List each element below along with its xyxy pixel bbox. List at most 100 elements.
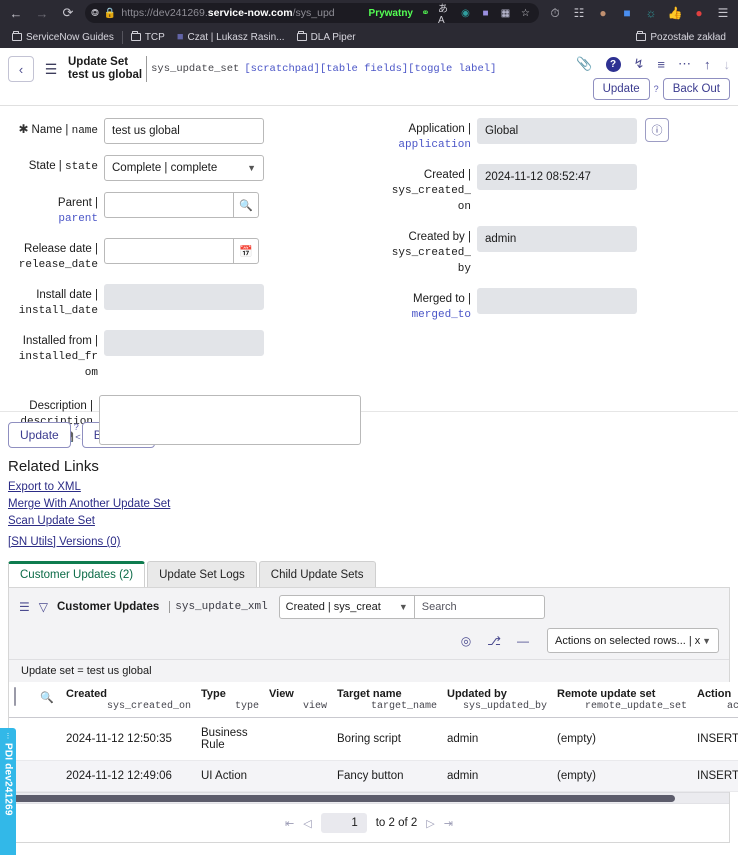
- bookmark-item[interactable]: TCP: [125, 30, 171, 45]
- column-header-created[interactable]: Created sys_created_on: [61, 682, 196, 718]
- reload-icon[interactable]: ⟳: [56, 2, 80, 24]
- select-all-checkbox[interactable]: [14, 687, 16, 706]
- related-link-sn-utils-versions[interactable]: [SN Utils] Versions (0): [8, 534, 730, 551]
- field-created: Created |sys_created_on 2024-11-12 08:52…: [377, 164, 730, 215]
- list-breadcrumb[interactable]: Update set = test us global: [9, 659, 729, 682]
- back-out-button[interactable]: Back Out: [663, 78, 730, 100]
- more-icon[interactable]: ⋯: [678, 56, 691, 72]
- form-header-buttons: Update ? Back Out: [593, 78, 730, 100]
- chevron-down-icon: ▼: [247, 163, 256, 173]
- bookmarks-overflow[interactable]: Pozostałe zakład: [630, 30, 732, 45]
- bookmark-item[interactable]: ■ Czat | Lukasz Rasin...: [171, 29, 291, 45]
- arrow-down-icon[interactable]: ↓: [724, 57, 731, 72]
- chevron-left-icon[interactable]: ◁: [303, 817, 311, 830]
- library-icon[interactable]: ☷: [568, 2, 590, 24]
- application-input: Global: [477, 118, 637, 144]
- search-input[interactable]: Search: [415, 595, 545, 619]
- arrow-up-icon[interactable]: ↑: [704, 57, 711, 72]
- account-avatar-icon[interactable]: ●: [592, 2, 614, 24]
- form-back-button[interactable]: ‹: [8, 56, 34, 82]
- export-icon[interactable]: ⎇: [487, 634, 501, 648]
- hamburger-icon[interactable]: ☰: [42, 56, 60, 82]
- column-header-action[interactable]: Action actio: [692, 682, 738, 718]
- column-header-updated-by[interactable]: Updated by sys_updated_by: [442, 682, 552, 718]
- extension-glasses-icon[interactable]: ☼: [640, 2, 662, 24]
- field-label-application: Application |application: [377, 118, 477, 153]
- translate-icon[interactable]: あA: [438, 6, 453, 21]
- double-chevron-left-icon[interactable]: ⇤: [285, 817, 294, 830]
- info-icon[interactable]: ⓘ: [645, 118, 669, 142]
- actions-select-value: Actions on selected rows... | x: [555, 635, 700, 647]
- cell-target-name: Fancy button: [332, 761, 442, 792]
- table-row[interactable]: 2024-11-12 12:50:35 Business Rule Boring…: [9, 718, 738, 761]
- bookmark-item[interactable]: DLA Piper: [291, 30, 362, 45]
- tab-customer-updates[interactable]: Customer Updates (2): [8, 561, 145, 587]
- filter-funnel-icon[interactable]: ▽: [39, 600, 48, 614]
- extension-blue-icon[interactable]: ■: [616, 2, 638, 24]
- cell-updated-by: admin: [442, 718, 552, 761]
- grid-extension-icon[interactable]: ▦: [498, 6, 513, 21]
- actions-on-selected-rows-select[interactable]: Actions on selected rows... | x ▼: [547, 628, 719, 653]
- field-label-state: State | state: [8, 155, 104, 175]
- description-textarea[interactable]: [99, 395, 361, 445]
- created-by-input: admin: [477, 226, 637, 252]
- minus-icon[interactable]: —: [517, 634, 529, 648]
- update-button[interactable]: Update: [593, 78, 650, 100]
- cell-created[interactable]: 2024-11-12 12:49:06: [61, 761, 196, 792]
- page-number-input[interactable]: 1: [321, 813, 367, 833]
- search-field-select[interactable]: Created | sys_creat ▼: [279, 595, 415, 619]
- attachment-icon[interactable]: 📎: [576, 56, 592, 72]
- search-icon[interactable]: 🔍: [40, 692, 54, 704]
- bookmark-item[interactable]: ServiceNow Guides: [6, 30, 120, 45]
- target-icon[interactable]: ◎: [461, 634, 471, 648]
- update-button-bottom[interactable]: Update: [8, 422, 71, 448]
- servicenow-page: ‹ ☰ Update Set test us global sys_update…: [0, 48, 738, 855]
- cell-remote-update-set: (empty): [552, 718, 692, 761]
- forward-icon[interactable]: →: [30, 2, 54, 24]
- cell-created[interactable]: 2024-11-12 12:50:35: [61, 718, 196, 761]
- column-header-target-name[interactable]: Target name target_name: [332, 682, 442, 718]
- row-search-header[interactable]: 🔍: [35, 682, 61, 718]
- release-date-input[interactable]: [104, 238, 233, 264]
- related-link-merge-update-set[interactable]: Merge With Another Update Set: [8, 496, 730, 513]
- search-icon[interactable]: 🔍: [233, 192, 259, 218]
- shield-icon: ⭗: [91, 8, 99, 19]
- history-icon[interactable]: ⏱: [544, 2, 566, 24]
- column-header-type[interactable]: Type type: [196, 682, 264, 718]
- chevron-right-icon[interactable]: ▷: [426, 817, 434, 830]
- hamburger-icon[interactable]: ☰: [19, 600, 30, 614]
- state-select[interactable]: Complete | complete ▼: [104, 155, 264, 181]
- select-all-header[interactable]: [9, 682, 35, 718]
- tab-update-set-logs[interactable]: Update Set Logs: [147, 561, 257, 587]
- personalize-icon[interactable]: ≡: [657, 57, 665, 72]
- cell-type: Business Rule: [196, 718, 264, 761]
- scrollbar-thumb[interactable]: [13, 795, 675, 802]
- pdi-side-tab[interactable]: ⋮ PDI dev241269: [0, 728, 16, 855]
- parent-input[interactable]: [104, 192, 233, 218]
- related-link-export-xml[interactable]: Export to XML: [8, 479, 730, 496]
- extension-red-icon[interactable]: ●: [688, 2, 710, 24]
- double-chevron-right-icon[interactable]: ⇥: [444, 817, 453, 830]
- row-icon-cell: [35, 761, 61, 792]
- shield-extension-icon[interactable]: ◉: [458, 6, 473, 21]
- back-icon[interactable]: ←: [4, 2, 28, 24]
- puzzle-extension-icon[interactable]: ■: [478, 6, 493, 21]
- star-icon[interactable]: ☆: [518, 6, 533, 21]
- help-icon[interactable]: ?: [606, 57, 621, 72]
- address-bar[interactable]: ⭗ 🔒 https://dev241269.service-now.com/sy…: [85, 3, 539, 23]
- form-header-link-tags[interactable]: [scratchpad][table fields][toggle label]: [239, 63, 496, 75]
- column-header-remote-update-set[interactable]: Remote update set remote_update_set: [552, 682, 692, 718]
- column-header-view[interactable]: View view: [264, 682, 332, 718]
- tab-child-update-sets[interactable]: Child Update Sets: [259, 561, 376, 587]
- calendar-icon[interactable]: 📅: [233, 238, 259, 264]
- horizontal-scrollbar[interactable]: [9, 792, 729, 803]
- menu-icon[interactable]: ☰: [712, 2, 734, 24]
- activity-icon[interactable]: ↯: [634, 56, 645, 72]
- form-header: ‹ ☰ Update Set test us global sys_update…: [0, 48, 738, 106]
- related-link-scan-update-set[interactable]: Scan Update Set: [8, 513, 730, 530]
- table-header-row: 🔍 Created sys_created_on Type type View …: [9, 682, 738, 718]
- pocket-icon[interactable]: 👍: [664, 2, 686, 24]
- drag-handle-icon[interactable]: ⋮: [5, 734, 12, 740]
- name-input[interactable]: test us global: [104, 118, 264, 144]
- table-row[interactable]: 2024-11-12 12:49:06 UI Action Fancy butt…: [9, 761, 738, 792]
